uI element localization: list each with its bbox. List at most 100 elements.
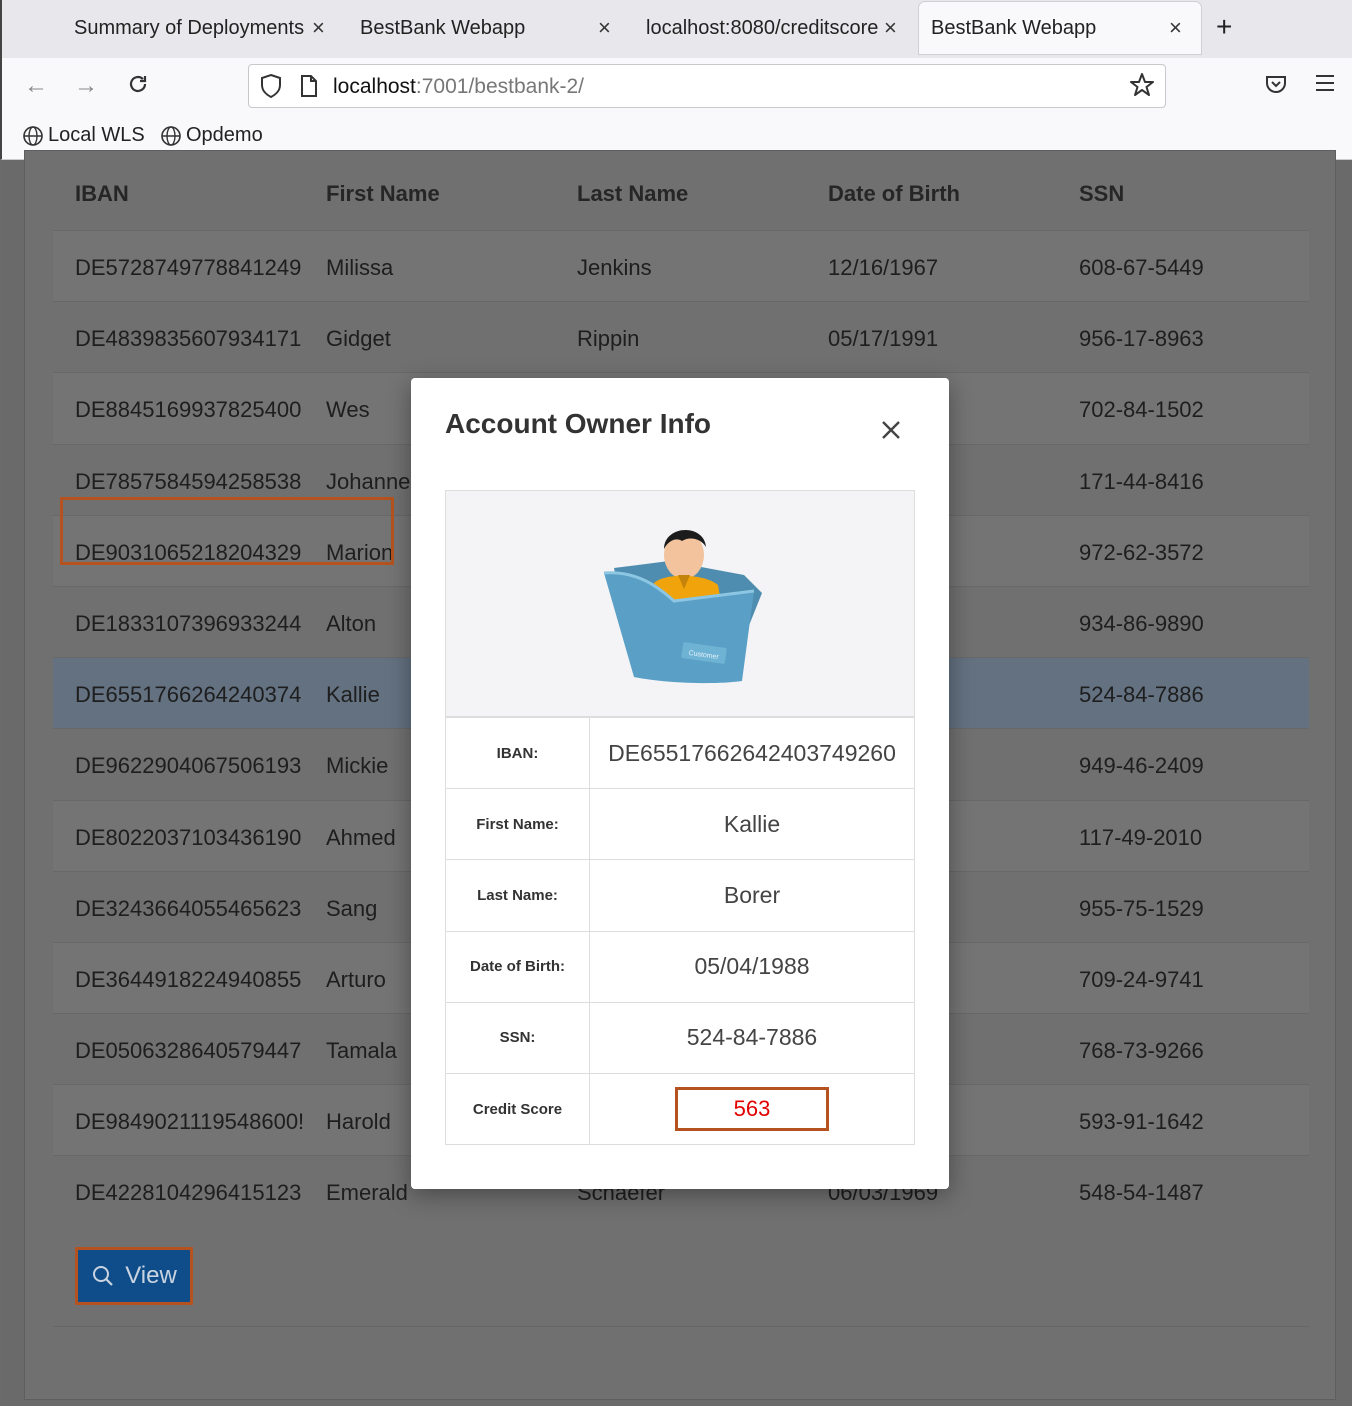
ssn-cell: 171-44-8416 xyxy=(1079,468,1204,494)
iban-cell: DE9622904067506193 xyxy=(75,753,302,779)
view-button[interactable]: View xyxy=(75,1247,193,1305)
info-label: Credit Score xyxy=(446,1073,590,1145)
url-host: localhost xyxy=(333,75,416,98)
info-label: SSN: xyxy=(446,1002,590,1073)
tab-bar: Summary of Deployments × BestBank Webapp… xyxy=(0,0,1352,58)
first-name-cell: Emerald xyxy=(326,1180,408,1206)
close-icon[interactable]: × xyxy=(884,15,897,41)
close-icon[interactable]: × xyxy=(312,15,325,41)
date-of-birth-cell: 05/17/1991 xyxy=(828,326,939,352)
customer-folder-icon: Customer xyxy=(603,529,762,684)
iban-cell: DE8845169937825400 xyxy=(75,397,302,423)
menu-hamburger-icon[interactable] xyxy=(1314,72,1336,99)
tab-title: localhost:8080/creditscore xyxy=(646,16,878,39)
iban-cell: DE6551766264240374 xyxy=(75,682,302,708)
ssn-cell: 117-49-2010 xyxy=(1079,824,1203,850)
iban-cell: DE4839835607934171 xyxy=(75,326,302,352)
ssn-cell: 972-62-3572 xyxy=(1079,539,1204,565)
credit-score-value: 563 xyxy=(675,1087,829,1132)
url-text[interactable]: localhost:7001/bestbank-2/ xyxy=(333,75,584,99)
first-name-cell: Ahmed xyxy=(326,824,396,850)
close-icon[interactable] xyxy=(879,418,903,447)
new-tab-plus-icon[interactable]: + xyxy=(1216,12,1232,42)
date-of-birth-cell: 12/16/1967 xyxy=(828,255,939,280)
globe-icon xyxy=(161,125,181,146)
column-header-iban[interactable]: IBAN xyxy=(75,181,307,207)
ssn-cell: 702-84-1502 xyxy=(1079,397,1204,423)
selected-row-highlight xyxy=(60,497,394,565)
iban-value: DE65517662642403749260 xyxy=(608,739,896,766)
first-name-cell: Milissa xyxy=(326,255,394,280)
tab-summary-of-deployments[interactable]: Summary of Deployments × xyxy=(62,2,340,54)
iban-cell: DE8022037103436190 xyxy=(75,824,302,850)
last-name-cell: Jenkins xyxy=(577,255,652,280)
first-name-cell: Tamala xyxy=(326,1038,397,1064)
first-name-value: Kallie xyxy=(723,810,781,837)
page-icon xyxy=(299,74,319,103)
info-label: Last Name: xyxy=(446,860,590,931)
iban-cell: DE4228104296415123 xyxy=(75,1180,302,1206)
info-label: Date of Birth: xyxy=(446,931,590,1002)
column-header-date-of-birth[interactable]: Date of Birth xyxy=(828,181,960,207)
iban-cell: DE5728749778841249 xyxy=(75,255,302,280)
iban-cell: DE1833107396933244 xyxy=(75,610,302,636)
first-name-cell: Alton xyxy=(326,610,377,636)
tab-title: BestBank Webapp xyxy=(931,16,1097,39)
url-bar[interactable]: localhost:7001/bestbank-2/ xyxy=(248,64,1166,108)
info-label: First Name: xyxy=(446,789,590,860)
ssn-cell: 709-24-9741 xyxy=(1079,966,1204,992)
tab-bestbank-webapp-active[interactable]: BestBank Webapp × xyxy=(919,2,1201,54)
table-row[interactable]: DE5728749778841249 Milissa Jenkins 12/16/19… xyxy=(53,230,1309,302)
tab-creditscore[interactable]: localhost:8080/creditscore × xyxy=(634,2,912,54)
shield-icon[interactable] xyxy=(259,73,283,104)
info-row-iban: IBAN: DE65517662642403749260 xyxy=(446,717,914,789)
account-owner-modal: Account Owner Info Customer IBAN: DE6551… xyxy=(411,378,949,1189)
view-button-label: View xyxy=(125,1262,177,1289)
table-row[interactable]: DE4839835607934171 Gidget Rippin 05/17/1991… xyxy=(53,301,1309,373)
bookmark-label: Local WLS xyxy=(48,124,145,146)
info-row-ssn: SSN: 524-84-7886 xyxy=(446,1001,914,1073)
info-row-date-of-birth: Date of Birth: 05/04/1988 xyxy=(446,930,914,1002)
ssn-cell: 524-84-7886 xyxy=(1079,682,1204,708)
ssn-cell: 548-54-1487 xyxy=(1079,1180,1204,1206)
ssn-cell: 949-46-2409 xyxy=(1079,753,1204,779)
last-name-cell: Rippin xyxy=(577,326,640,352)
bookmark-opdemo[interactable]: Opdemo xyxy=(160,124,263,147)
bookmark-label: Opdemo xyxy=(186,124,263,146)
modal-title: Account Owner Info xyxy=(445,408,711,439)
back-arrow-icon[interactable]: ← xyxy=(24,72,48,100)
search-icon xyxy=(93,1266,113,1286)
column-header-ssn[interactable]: SSN xyxy=(1079,181,1124,207)
owner-info-table: Customer IBAN: DE65517662642403749260 Fi… xyxy=(445,490,915,1146)
info-row-last-name: Last Name: Borer xyxy=(446,859,914,931)
bookmark-local-wls[interactable]: Local WLS xyxy=(22,124,145,147)
first-name-cell: Wes xyxy=(326,397,370,423)
first-name-cell: Sang xyxy=(326,895,378,921)
table-header: IBAN First Name Last Name Date of Birth … xyxy=(53,161,1309,230)
close-icon[interactable]: × xyxy=(1169,15,1182,41)
pocket-icon[interactable] xyxy=(1264,72,1288,101)
iban-cell: DE7857584594258538 xyxy=(75,468,302,494)
ssn-value: 524-84-7886 xyxy=(686,1024,818,1051)
iban-cell: DE9849021119548600! xyxy=(75,1109,305,1135)
forward-arrow-icon[interactable]: → xyxy=(74,72,98,100)
url-path: :7001/bestbank-2/ xyxy=(415,75,585,98)
navigation-bar: ← → localhost:7001/bestbank-2/ xyxy=(0,58,1352,114)
iban-cell: DE3644918224940855 xyxy=(75,966,302,992)
ssn-cell: 768-73-9266 xyxy=(1079,1038,1204,1064)
close-icon[interactable]: × xyxy=(598,15,611,41)
first-name-cell: Gidget xyxy=(326,326,391,352)
first-name-cell: Arturo xyxy=(326,966,386,992)
tab-bestbank-webapp[interactable]: BestBank Webapp × xyxy=(348,2,626,54)
column-header-last-name[interactable]: Last Name xyxy=(577,181,688,207)
first-name-cell: Harold xyxy=(326,1109,391,1135)
info-label: IBAN: xyxy=(446,718,590,789)
bookmark-star-icon[interactable] xyxy=(1129,72,1155,103)
ssn-cell: 593-91-1642 xyxy=(1079,1109,1204,1135)
iban-cell: DE0506328640579447 xyxy=(75,1038,302,1064)
info-row-credit-score: Credit Score 563 xyxy=(446,1072,914,1145)
ssn-cell: 934-86-9890 xyxy=(1079,610,1204,636)
column-header-first-name[interactable]: First Name xyxy=(326,181,440,207)
reload-icon[interactable] xyxy=(126,72,150,103)
table-footer: View xyxy=(53,1229,1309,1327)
